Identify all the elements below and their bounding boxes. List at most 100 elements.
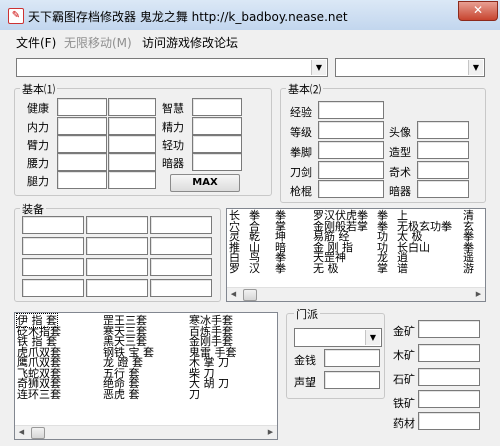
items-list[interactable]: 伊 指 套 砭木指套 铁 指 套 虎爪双套 鹰爪双套 飞蛇双套 奇狮双套 连环三…: [14, 312, 278, 440]
equip-slot-11[interactable]: [86, 279, 148, 297]
chevron-down-icon: ▼: [468, 60, 483, 75]
items-col-1: 伊 指 套 砭木指套 铁 指 套 虎爪双套 鹰爪双套 飞蛇双套 奇狮双套 连环三…: [16, 313, 61, 401]
equip-slot-1[interactable]: [22, 216, 84, 234]
gold-ore-field[interactable]: [418, 320, 480, 338]
scroll-left-icon[interactable]: ◀: [227, 288, 240, 301]
list-item[interactable]: 恶虎 套: [103, 389, 154, 401]
equip-slot-4[interactable]: [22, 237, 84, 255]
skills-col-6: 上 无极玄功拳 太 极 长白山 逍 谱: [397, 210, 452, 275]
equip-slot-12[interactable]: [150, 279, 212, 297]
list-item[interactable]: 无 极: [313, 263, 368, 275]
scroll-right-icon[interactable]: ▶: [472, 288, 485, 301]
iron-ore-field[interactable]: [418, 390, 480, 408]
health-field[interactable]: [57, 98, 107, 116]
close-button[interactable]: ✕: [458, 1, 498, 21]
equip-slot-3[interactable]: [150, 216, 212, 234]
skills-list[interactable]: 长 穴 灵 推 白 罗 拳 合 乾 山 鸟 汉 拳 掌 坤 暗 拳 拳 罗汉伏虎…: [226, 208, 486, 302]
hidden-weapon-2-field[interactable]: [417, 180, 469, 198]
label-portrait: 头像: [389, 126, 411, 139]
energy-field[interactable]: [192, 117, 242, 135]
list-item[interactable]: 连环三套: [17, 389, 61, 401]
appearance-field[interactable]: [417, 141, 469, 159]
blade-field[interactable]: [318, 161, 384, 179]
herbs-field[interactable]: [418, 412, 480, 430]
faction-title: 门派: [294, 306, 320, 322]
label-fist: 拳脚: [290, 146, 312, 159]
label-blade: 刀剑: [290, 166, 312, 179]
arm-strength-field[interactable]: [57, 135, 107, 153]
internal-power-field[interactable]: [57, 117, 107, 135]
skills-col-1: 长 穴 灵 推 白 罗: [229, 210, 240, 275]
waist-strength-max-field[interactable]: [108, 153, 156, 171]
label-iron-ore: 铁矿: [393, 397, 415, 410]
list-item[interactable]: 掌: [377, 263, 388, 275]
label-leg-strength: 腿力: [27, 175, 49, 188]
skills-col-4: 罗汉伏虎拳 金刚般若掌 易筋 经 金 刚 指 天罡神 无 极: [313, 210, 368, 275]
equip-slot-2[interactable]: [86, 216, 148, 234]
portrait-field[interactable]: [417, 121, 469, 139]
label-health: 健康: [27, 102, 49, 115]
label-arm-strength: 臂力: [27, 139, 49, 152]
leg-strength-max-field[interactable]: [108, 171, 156, 189]
hidden-weapon-field[interactable]: [192, 153, 242, 171]
leg-strength-field[interactable]: [57, 171, 107, 189]
equip-slot-9[interactable]: [150, 258, 212, 276]
equip-slot-10[interactable]: [22, 279, 84, 297]
character-select[interactable]: ▼: [16, 58, 328, 77]
items-col-3: 寒冰手套 百炼手套 金刚手套 鬼雷 手套 木 掌 刀 柴 刀 大 胡 刀 刀: [189, 315, 237, 401]
scroll-right-icon[interactable]: ▶: [264, 426, 277, 439]
label-magic-art: 奇术: [389, 166, 411, 179]
scroll-thumb[interactable]: [31, 427, 45, 439]
equip-slot-8[interactable]: [86, 258, 148, 276]
label-money: 金钱: [294, 354, 316, 367]
fist-field[interactable]: [318, 141, 384, 159]
menu-file[interactable]: 文件(F): [16, 34, 56, 51]
skills-col-3: 拳 掌 坤 暗 拳 拳: [275, 210, 286, 275]
equipment-title: 装备: [20, 201, 46, 217]
list-item[interactable]: 罗: [229, 263, 240, 275]
list-item[interactable]: 汉: [249, 263, 260, 275]
label-level: 等级: [290, 126, 312, 139]
label-hidden-weapon: 暗器: [162, 157, 184, 170]
stone-ore-field[interactable]: [418, 368, 480, 386]
level-field[interactable]: [318, 121, 384, 139]
internal-power-max-field[interactable]: [108, 117, 156, 135]
menu-forum[interactable]: 访问游戏修改论坛: [142, 34, 238, 51]
label-herbs: 药材: [393, 417, 415, 430]
scroll-left-icon[interactable]: ◀: [15, 426, 28, 439]
magic-art-field[interactable]: [417, 161, 469, 179]
health-max-field[interactable]: [108, 98, 156, 116]
prestige-field[interactable]: [324, 371, 380, 389]
experience-field[interactable]: [318, 101, 384, 119]
money-field[interactable]: [324, 349, 380, 367]
faction-select[interactable]: ▼: [294, 328, 382, 347]
equip-slot-6[interactable]: [150, 237, 212, 255]
list-item[interactable]: 拳: [275, 263, 286, 275]
staff-field[interactable]: [318, 180, 384, 198]
wood-ore-field[interactable]: [418, 344, 480, 362]
basic2-title: 基本⑵: [286, 81, 323, 97]
skills-col-7: 清 玄 拳 拳 遥 游: [463, 210, 474, 275]
list-item[interactable]: 刀: [189, 389, 237, 401]
label-prestige: 声望: [294, 376, 316, 389]
items-horizontal-scrollbar[interactable]: ◀ ▶: [15, 425, 277, 439]
app-icon: ✎: [8, 8, 24, 24]
list-item[interactable]: 谱: [397, 263, 452, 275]
label-internal-power: 内力: [27, 121, 49, 134]
list-item[interactable]: 游: [463, 263, 474, 275]
lightness-field[interactable]: [192, 135, 242, 153]
equip-slot-5[interactable]: [86, 237, 148, 255]
label-lightness: 轻功: [162, 139, 184, 152]
max-button[interactable]: MAX: [170, 174, 240, 192]
label-energy: 精力: [162, 121, 184, 134]
label-appearance: 造型: [389, 146, 411, 159]
label-gold-ore: 金矿: [393, 325, 415, 338]
slot-select[interactable]: ▼: [335, 58, 485, 77]
menu-infinite-move[interactable]: 无限移动(M): [64, 34, 132, 51]
equip-slot-7[interactable]: [22, 258, 84, 276]
arm-strength-max-field[interactable]: [108, 135, 156, 153]
skills-horizontal-scrollbar[interactable]: ◀ ▶: [227, 287, 485, 301]
wisdom-field[interactable]: [192, 98, 242, 116]
waist-strength-field[interactable]: [57, 153, 107, 171]
scroll-thumb[interactable]: [243, 289, 257, 301]
